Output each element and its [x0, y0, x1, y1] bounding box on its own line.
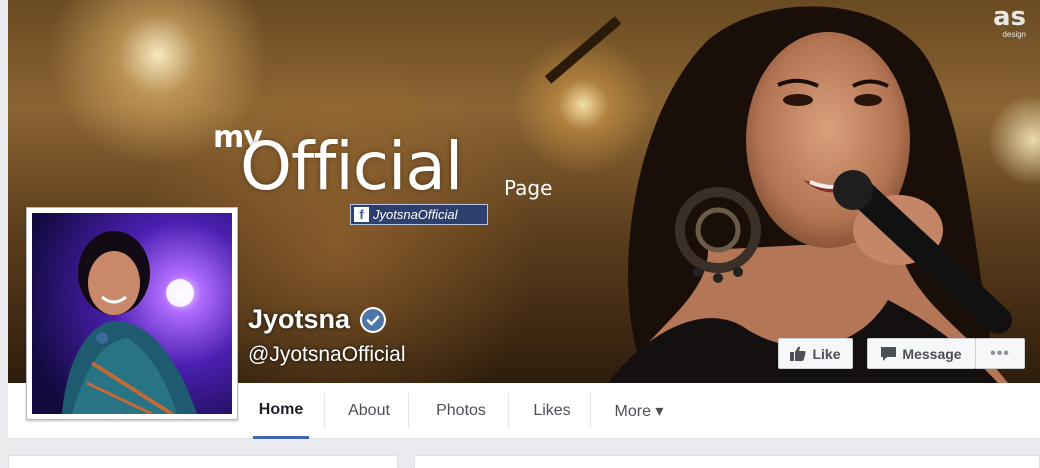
cover-page-text: Page — [504, 176, 553, 200]
profile-photo-image — [32, 213, 232, 414]
message-bubble-icon — [881, 346, 897, 361]
cover-facebook-tag: f JyotsnaOfficial — [350, 204, 488, 225]
cover-facebook-tag-text: JyotsnaOfficial — [373, 207, 458, 222]
like-button-label: Like — [812, 345, 841, 362]
tab-photos[interactable]: Photos — [414, 383, 508, 439]
tab-likes[interactable]: Likes — [514, 383, 590, 439]
facebook-logo-icon: f — [354, 207, 369, 222]
profile-picture[interactable] — [26, 207, 238, 420]
right-column-card — [414, 455, 1040, 468]
page-username[interactable]: @JyotsnaOfficial — [248, 343, 406, 367]
tab-about[interactable]: About — [330, 383, 408, 439]
tab-divider — [324, 393, 325, 429]
watermark-logo: as — [992, 2, 1026, 32]
tab-divider — [590, 393, 591, 429]
message-button[interactable]: Message — [867, 338, 976, 369]
designer-watermark: as design — [993, 4, 1026, 39]
page-name[interactable]: Jyotsna — [248, 304, 350, 335]
cover-official-text: Official — [240, 128, 463, 205]
left-column-card — [8, 455, 398, 468]
verified-badge-icon — [360, 306, 387, 333]
page-name-row: Jyotsna — [248, 304, 387, 335]
tab-divider — [508, 393, 509, 429]
tab-home[interactable]: Home — [253, 383, 309, 439]
message-button-label: Message — [902, 345, 962, 362]
more-options-button[interactable]: ••• — [975, 338, 1025, 369]
tab-divider — [408, 393, 409, 429]
ellipsis-icon: ••• — [990, 344, 1010, 362]
thumbs-up-icon — [790, 346, 807, 361]
tab-more-dropdown[interactable]: More ▾ — [596, 383, 682, 439]
mic-stand — [544, 16, 622, 84]
like-button[interactable]: Like — [778, 338, 853, 369]
